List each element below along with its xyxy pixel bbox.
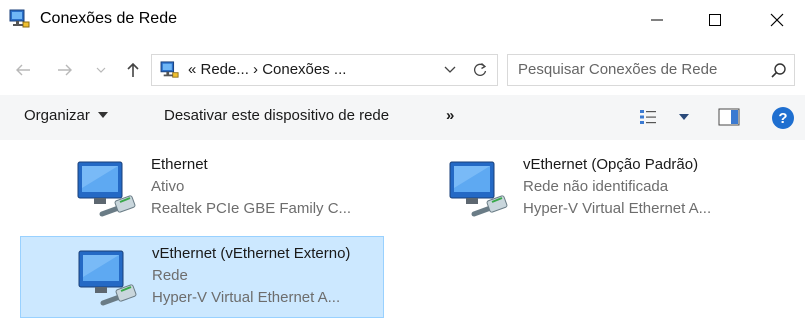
item-device: Realtek PCIe GBE Family C...	[151, 200, 352, 217]
close-icon	[770, 13, 784, 27]
navigation-bar: « Rede... › Conexões ... Pesquisar Conex…	[0, 48, 805, 92]
item-name: vEthernet (Opção Padrão)	[523, 156, 699, 173]
refresh-icon	[474, 63, 487, 76]
forward-button[interactable]	[52, 57, 78, 83]
item-device: Hyper-V Virtual Ethernet A...	[152, 289, 341, 306]
arrow-right-icon	[58, 64, 72, 76]
list-item[interactable]: vEthernet (vEthernet Externo) Rede Hyper…	[20, 236, 384, 318]
search-icon[interactable]	[770, 62, 788, 80]
minimize-icon	[651, 19, 663, 21]
organize-label: Organizar	[24, 107, 90, 124]
address-bar[interactable]: « Rede... › Conexões ...	[151, 54, 498, 86]
back-button[interactable]	[10, 57, 36, 83]
network-connections-icon	[9, 9, 30, 28]
view-options-dropdown[interactable]	[679, 114, 689, 120]
caret-down-icon	[97, 112, 108, 118]
list-item[interactable]: vEthernet (Opção Padrão) Rede não identi…	[392, 148, 756, 230]
search-box[interactable]: Pesquisar Conexões de Rede	[507, 54, 795, 86]
close-button[interactable]	[754, 0, 800, 40]
help-icon[interactable]: ?	[772, 107, 794, 129]
item-name: Ethernet	[151, 156, 208, 173]
address-dropdown-button[interactable]	[444, 61, 458, 79]
organize-menu[interactable]: Organizar	[24, 107, 108, 124]
maximize-icon	[709, 14, 721, 26]
recent-locations-button[interactable]	[88, 57, 114, 83]
maximize-button[interactable]	[692, 0, 738, 40]
item-device: Hyper-V Virtual Ethernet A...	[523, 200, 712, 217]
item-status: Ativo	[151, 178, 185, 195]
preview-pane-icon[interactable]	[718, 108, 740, 126]
list-item[interactable]: Ethernet Ativo Realtek PCIe GBE Family C…	[20, 148, 384, 230]
network-adapter-icon	[77, 161, 136, 217]
arrow-up-icon	[127, 62, 139, 77]
window-title: Conexões de Rede	[40, 10, 177, 27]
command-bar: Organizar Desativar este dispositivo de …	[0, 95, 805, 140]
item-status: Rede não identificada	[523, 178, 669, 195]
network-adapter-icon	[449, 161, 508, 217]
network-connections-icon	[160, 61, 179, 78]
up-button[interactable]	[120, 57, 146, 83]
arrow-left-icon	[16, 64, 30, 76]
minimize-button[interactable]	[634, 0, 680, 40]
chevron-down-icon	[444, 66, 456, 73]
item-status: Rede	[152, 267, 188, 284]
disable-device-button[interactable]: Desativar este dispositivo de rede	[164, 107, 389, 124]
view-details-icon[interactable]	[639, 108, 657, 126]
network-adapter-icon	[78, 250, 137, 306]
search-input[interactable]: Pesquisar Conexões de Rede	[518, 61, 717, 78]
more-commands-button[interactable]: »	[446, 107, 454, 124]
breadcrumb[interactable]: « Rede... › Conexões ...	[188, 61, 346, 78]
item-name: vEthernet (vEthernet Externo)	[152, 245, 351, 262]
refresh-button[interactable]	[470, 61, 490, 79]
chevron-down-icon	[96, 67, 106, 73]
title-bar: Conexões de Rede	[0, 0, 805, 40]
